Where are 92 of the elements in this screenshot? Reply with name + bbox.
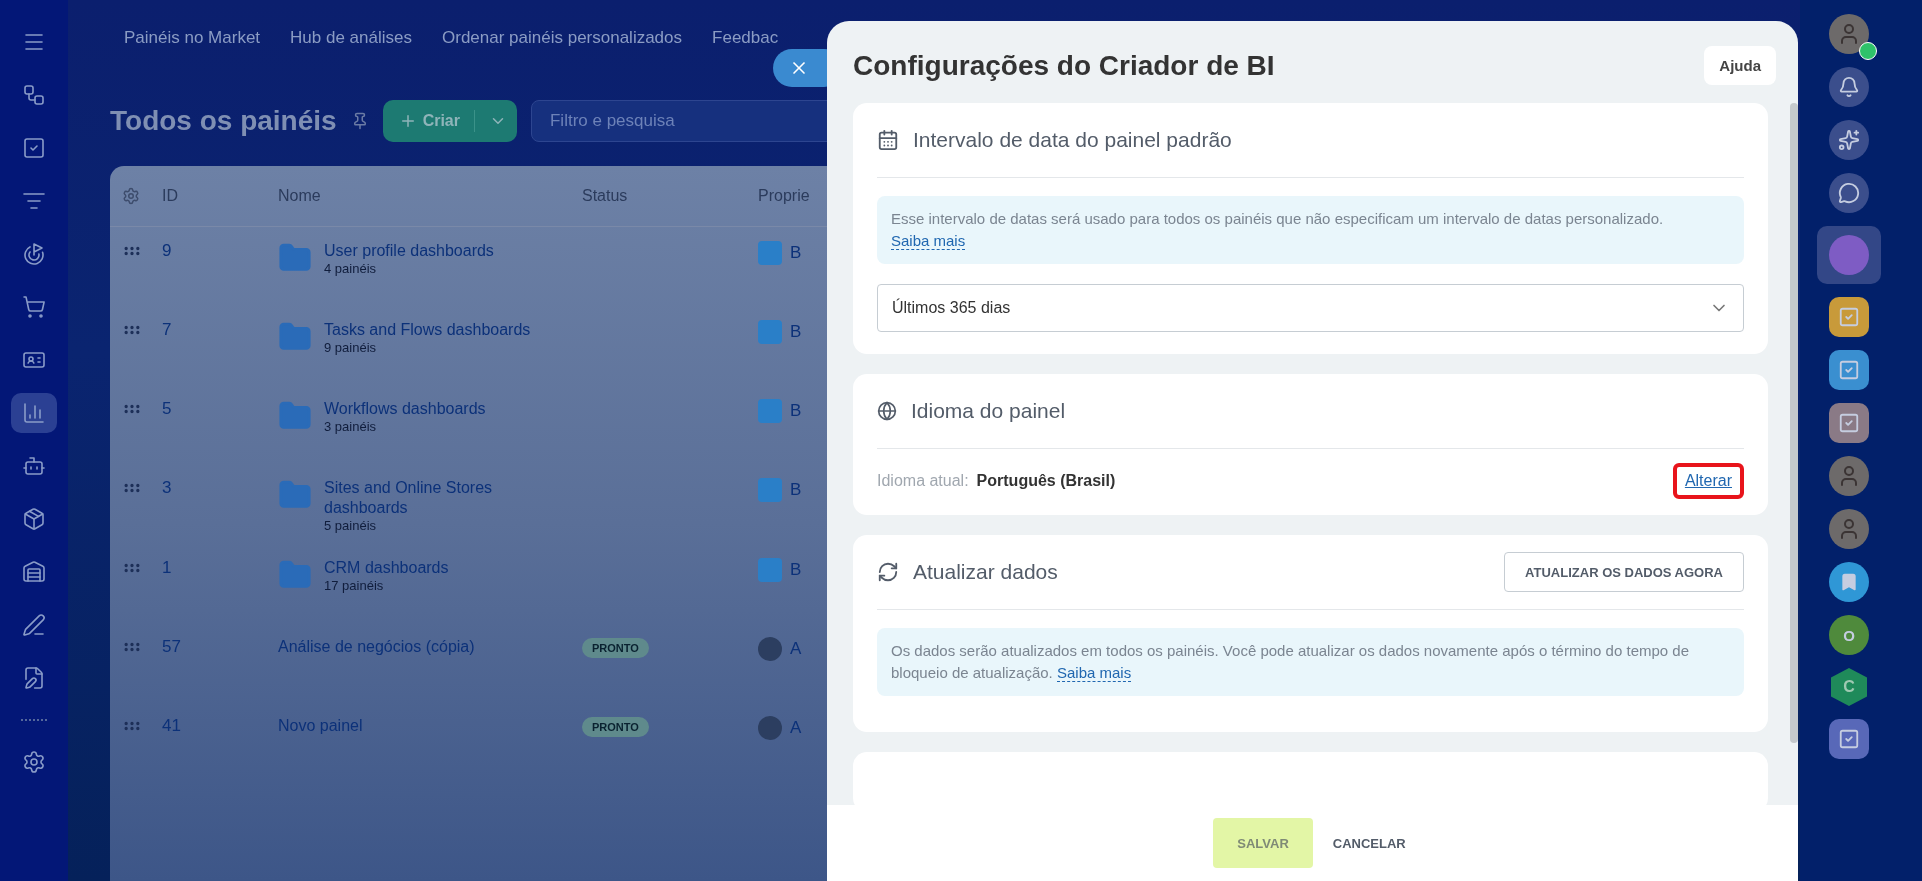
page-title: Todos os painéis (110, 105, 337, 137)
avatar[interactable] (1829, 456, 1869, 496)
id-cell-text: 1 (162, 558, 173, 578)
section-title: Idioma do painel (911, 399, 1066, 423)
column-header: Proprie (758, 187, 811, 205)
app-button[interactable] (1817, 226, 1881, 284)
chat-icon (1838, 182, 1860, 204)
change-link[interactable]: Alterar (1672, 463, 1744, 499)
checkbox-icon (1838, 359, 1860, 381)
avatar[interactable] (1829, 509, 1869, 549)
logo-icon (758, 478, 782, 502)
id-cell-text: 9 (162, 241, 173, 261)
sparkle-icon (1838, 129, 1860, 151)
nav-link[interactable]: Ordenar painéis personalizados (442, 28, 683, 48)
info-text: Os dados serão atualizados em todos os painéis. Você pode atualizar os dados novamente após o término do tempo de bloqueio de atualização. Saiba mais (877, 628, 1744, 696)
owner-cell: A (790, 639, 802, 659)
status-badge: PRONTO (582, 717, 649, 737)
cart-icon (22, 295, 46, 319)
info-text: Esse intervalo de datas será usado para todos os painéis que não especificam um intervalo de datas personalizado. Saiba mais (877, 196, 1744, 264)
warehouse-icon (22, 560, 46, 584)
owner-cell: A (790, 718, 802, 738)
dashboard-count: 4 painéis (324, 261, 378, 276)
dashboard-count: 9 painéis (324, 340, 378, 355)
logo-icon (758, 241, 782, 265)
nav-link[interactable]: Painéis no Market (124, 28, 261, 48)
logo-icon (758, 320, 782, 344)
help-button[interactable]: Ajuda (1704, 46, 1776, 85)
sidebar-item[interactable] (11, 393, 57, 433)
logo-icon (758, 558, 782, 582)
box-icon (22, 507, 46, 531)
target-icon (22, 242, 46, 266)
nodes-icon (22, 83, 46, 107)
calendar-icon (877, 129, 899, 151)
id-cell-text: 41 (162, 716, 182, 736)
owner-cell: B (790, 243, 802, 263)
id-cell-text: 3 (162, 478, 173, 498)
id-cell-text: 5 (162, 399, 173, 419)
cancel-button[interactable]: CANCELAR (1326, 834, 1412, 852)
nav-link[interactable]: Feedbac (712, 28, 779, 48)
robot-icon (22, 454, 46, 478)
date-range-select[interactable]: Últimos 365 dias (877, 284, 1744, 332)
owner-cell: B (790, 322, 802, 342)
dashboard-link[interactable]: Workflows dashboards (324, 399, 486, 419)
settings-icon (22, 750, 46, 774)
avatar[interactable] (1829, 14, 1869, 54)
dashboard-count: 17 painéis (324, 578, 385, 593)
logo-icon (758, 399, 782, 423)
status-badge: PRONTO (582, 638, 649, 658)
task-button[interactable] (1829, 403, 1869, 443)
refresh-now-button[interactable]: ATUALIZAR OS DADOS AGORA (1504, 552, 1744, 592)
avatar (758, 716, 782, 740)
document-edit-icon (22, 666, 46, 690)
checkbox-icon (1838, 412, 1860, 434)
scrollbar[interactable] (1790, 103, 1798, 743)
bookmark-button[interactable] (1829, 562, 1869, 602)
learn-more-link[interactable]: Saiba mais (1056, 664, 1132, 682)
panel-title: Configurações do Criador de BI (853, 49, 1275, 82)
section-title: Atualizar dados (913, 560, 1058, 584)
task-button[interactable] (1829, 297, 1869, 337)
pen-icon (22, 613, 46, 637)
field-value: Português (Brasil) (976, 472, 1116, 490)
dashboard-count: 5 painéis (324, 518, 378, 533)
bookmark-icon (1839, 572, 1859, 592)
column-header: ID (162, 187, 179, 205)
dashboard-link[interactable]: User profile dashboards (324, 241, 494, 261)
bar-chart-icon (22, 401, 46, 425)
dashboard-link[interactable]: Tasks and Flows dashboards (324, 320, 531, 340)
nav-link[interactable]: Hub de análises (290, 28, 412, 48)
globe-icon (877, 401, 897, 421)
settings-icon[interactable] (122, 187, 140, 205)
id-cell-text: 57 (162, 637, 182, 657)
notification-button[interactable] (1829, 67, 1869, 107)
checkbox-icon (1838, 728, 1860, 750)
chat-button[interactable] (1829, 173, 1869, 213)
owner-cell: B (790, 560, 802, 580)
task-button[interactable] (1829, 719, 1869, 759)
field-label: Idioma atual: (877, 472, 969, 490)
owner-cell: B (790, 401, 802, 421)
owner-cell: B (790, 480, 802, 500)
checkbox-icon (1838, 306, 1860, 328)
checkbox-icon (22, 136, 46, 160)
dashboard-count: 3 painéis (324, 419, 378, 434)
app-circle-icon (1829, 235, 1869, 275)
column-header: Status (582, 187, 629, 205)
learn-more-link[interactable]: Saiba mais (891, 232, 966, 250)
task-button[interactable] (1829, 350, 1869, 390)
id-cell-text: 7 (162, 320, 173, 340)
copilot-button[interactable] (1829, 120, 1869, 160)
avatar (758, 637, 782, 661)
bell-icon (1838, 76, 1860, 98)
refresh-icon (877, 561, 899, 583)
column-header: Nome (278, 187, 322, 205)
